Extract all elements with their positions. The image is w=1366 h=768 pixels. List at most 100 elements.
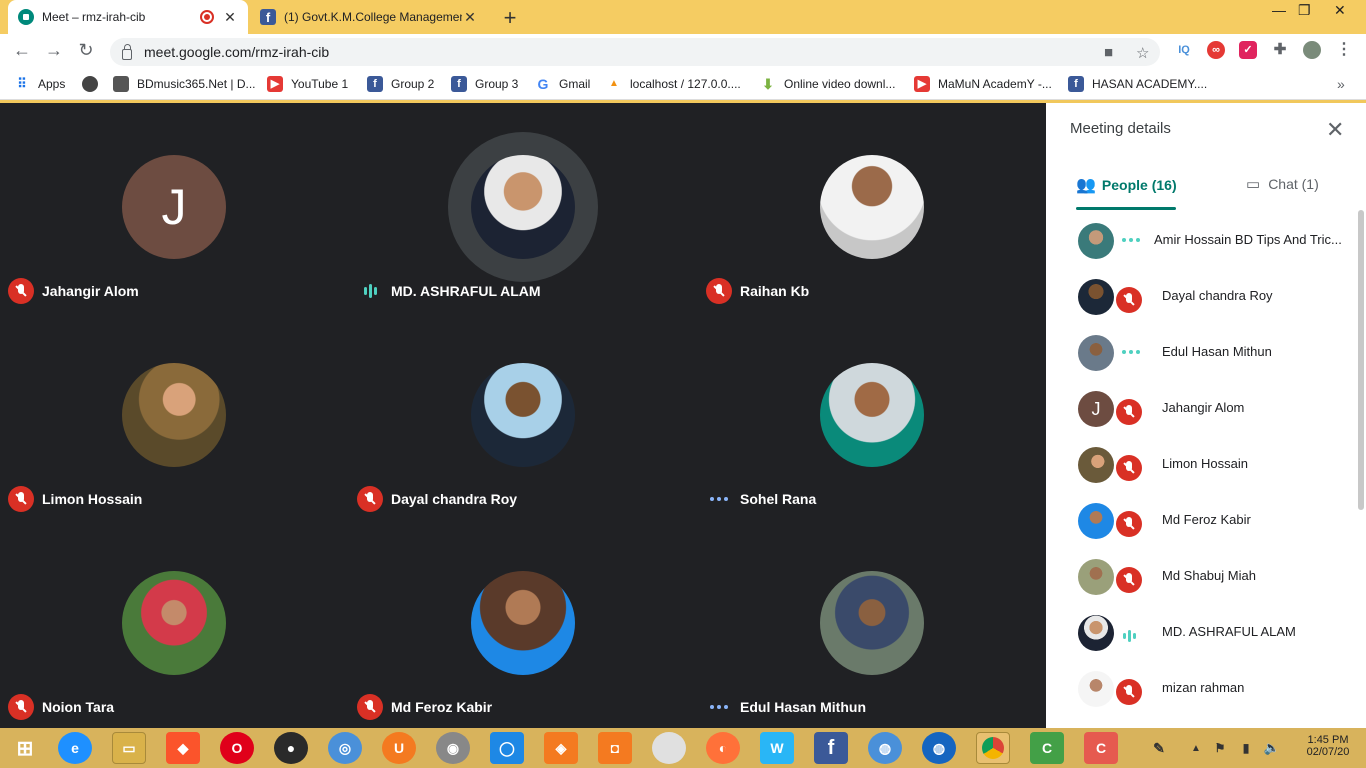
tab-people[interactable]: 👥 People (16): [1076, 175, 1177, 195]
participant-tile[interactable]: Noion Tara: [0, 519, 349, 727]
close-window-icon[interactable]: ✕: [1334, 2, 1346, 19]
restore-icon[interactable]: ❐: [1298, 2, 1311, 19]
camera-app-icon[interactable]: ◘: [598, 732, 632, 764]
app-globe-icon[interactable]: ◍: [868, 732, 902, 764]
participant-tile[interactable]: Limon Hossain: [0, 311, 349, 519]
tab-facebook[interactable]: f (1) Govt.K.M.College Managemen ✕: [250, 0, 488, 34]
forward-icon[interactable]: →: [42, 40, 66, 61]
avatar: [820, 155, 924, 259]
bookmark-gmail[interactable]: G Gmail: [535, 76, 591, 92]
bookmark-group2[interactable]: f Group 2: [367, 76, 434, 92]
profile-avatar[interactable]: [1303, 41, 1321, 59]
participant-tile[interactable]: Sohel Rana: [698, 311, 1047, 519]
app-moon-icon[interactable]: [652, 732, 686, 764]
participant-tile[interactable]: Dayal chandra Roy: [349, 311, 698, 519]
address-bar[interactable]: meet.google.com/rmz-irah-cib ■ ☆: [110, 38, 1160, 66]
menu-kebab-icon[interactable]: ⋮: [1335, 41, 1353, 59]
clock-time: 1:45 PM: [1307, 734, 1349, 746]
volume-icon[interactable]: 🔈: [1262, 732, 1282, 764]
avatar: [1078, 447, 1114, 483]
bookmark-apps[interactable]: ⠿ Apps: [14, 76, 65, 92]
list-item[interactable]: Md Shabuj Miah: [1046, 547, 1358, 603]
bookmark-mamun[interactable]: ▶ MaMuN AcademY -...: [914, 76, 1052, 92]
mic-off-icon: [8, 486, 34, 512]
list-item[interactable]: mizan rahman: [1046, 659, 1358, 715]
firefox-icon[interactable]: ◐: [706, 732, 740, 764]
list-item[interactable]: MD. ASHRAFUL ALAM: [1046, 603, 1358, 659]
participant-name: Raihan Kb: [740, 283, 810, 299]
app-icon[interactable]: ●: [274, 732, 308, 764]
minimize-icon[interactable]: —: [1272, 2, 1286, 18]
app-pen-icon[interactable]: ✎: [1142, 732, 1176, 764]
globe-icon: [82, 76, 98, 92]
mic-off-icon: [1116, 399, 1142, 425]
mic-off-icon: [1116, 679, 1142, 705]
recording-icon: [200, 10, 214, 24]
avatar: [471, 155, 575, 259]
close-icon[interactable]: ✕: [1326, 117, 1344, 143]
tab-meet[interactable]: Meet – rmz-irah-cib ✕: [8, 0, 248, 34]
reload-icon[interactable]: ↻: [74, 40, 98, 61]
app-blue-icon[interactable]: ◯: [490, 732, 524, 764]
list-item[interactable]: Limon Hossain: [1046, 435, 1358, 491]
camtasia-red-icon[interactable]: C: [1084, 732, 1118, 764]
mic-off-icon: [8, 694, 34, 720]
more-bookmarks-icon[interactable]: »: [1337, 76, 1345, 92]
windows-start-icon[interactable]: ⊞: [8, 732, 42, 764]
participant-tile[interactable]: J Jahangir Alom: [0, 103, 349, 311]
camtasia-green-icon[interactable]: C: [1030, 732, 1064, 764]
tab-chat[interactable]: ▭ Chat (1): [1246, 175, 1319, 193]
close-tab-icon[interactable]: ✕: [222, 9, 238, 26]
participant-name: MD. ASHRAFUL ALAM: [1162, 623, 1296, 639]
participant-tile[interactable]: Edul Hasan Mithun: [698, 519, 1047, 727]
list-item[interactable]: Edul Hasan Mithun: [1046, 323, 1358, 379]
new-tab-button[interactable]: +: [498, 5, 522, 31]
list-item[interactable]: Dayal chandra Roy: [1046, 267, 1358, 323]
camera-icon[interactable]: ■: [1104, 44, 1113, 61]
pocket-extension-icon[interactable]: ✓: [1239, 41, 1257, 59]
app-orange-icon[interactable]: ◈: [544, 732, 578, 764]
extensions-icon[interactable]: ✚: [1271, 41, 1289, 59]
app-w-icon[interactable]: W: [760, 732, 794, 764]
bookmark-group3[interactable]: f Group 3: [451, 76, 518, 92]
network-icon[interactable]: ▮: [1236, 732, 1256, 764]
close-tab-icon[interactable]: ✕: [462, 9, 478, 26]
tab-label: People (16): [1101, 177, 1177, 193]
infinity-extension-icon[interactable]: ∞: [1207, 41, 1225, 59]
bookmark-localhost[interactable]: ▲ localhost / 127.0.0....: [606, 76, 741, 92]
participant-tile[interactable]: MD. ASHRAFUL ALAM: [349, 103, 698, 311]
list-item[interactable]: Md Feroz Kabir: [1046, 491, 1358, 547]
participant-tile[interactable]: Md Feroz Kabir: [349, 519, 698, 727]
iq-extension-icon[interactable]: IQ: [1175, 41, 1193, 59]
more-dots-icon: [1118, 227, 1144, 253]
app-earth-icon[interactable]: ◍: [922, 732, 956, 764]
panel-title: Meeting details: [1070, 120, 1171, 137]
bookmark-hasan[interactable]: f HASAN ACADEMY....: [1068, 76, 1207, 92]
avatar: [122, 363, 226, 467]
bookmark-label: Online video downl...: [784, 77, 896, 91]
bookmark-youtube[interactable]: ▶ YouTube 1: [267, 76, 348, 92]
tray-flag-icon[interactable]: ⚑: [1210, 732, 1230, 764]
opera-icon[interactable]: O: [220, 732, 254, 764]
file-explorer-icon[interactable]: ▭: [112, 732, 146, 764]
system-clock[interactable]: 1:45 PM 02/07/20: [1296, 734, 1360, 758]
bookmark-bdmusic[interactable]: BDmusic365.Net | D...: [113, 76, 256, 92]
chrome-icon[interactable]: [976, 732, 1010, 764]
participant-tile[interactable]: Raihan Kb: [698, 103, 1047, 311]
facebook-app-icon[interactable]: f: [814, 732, 848, 764]
bookmark-globe[interactable]: [82, 76, 106, 92]
chromium-icon[interactable]: ◎: [328, 732, 362, 764]
uc-browser-icon[interactable]: U: [382, 732, 416, 764]
internet-explorer-icon[interactable]: e: [58, 732, 92, 764]
tray-up-icon[interactable]: ▲: [1186, 732, 1206, 764]
bookmark-star-icon[interactable]: ☆: [1136, 44, 1149, 62]
chrome-beta-icon[interactable]: ◉: [436, 732, 470, 764]
back-icon[interactable]: ←: [10, 40, 34, 61]
list-item[interactable]: Amir Hossain BD Tips And Tric...: [1046, 211, 1358, 267]
list-item[interactable]: J Jahangir Alom: [1046, 379, 1358, 435]
scrollbar[interactable]: [1358, 210, 1364, 510]
participant-name: Edul Hasan Mithun: [740, 699, 866, 715]
speaking-icon: [357, 278, 383, 304]
brave-icon[interactable]: ◆: [166, 732, 200, 764]
bookmark-video-downloader[interactable]: ⬇ Online video downl...: [760, 76, 895, 92]
